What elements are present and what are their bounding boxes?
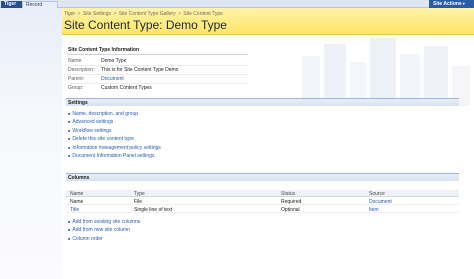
divider bbox=[68, 83, 248, 84]
link-delete-content-type[interactable]: ■ Delete this site content type bbox=[68, 136, 134, 142]
bullet-icon: ■ bbox=[68, 136, 71, 141]
info-label: Parent: bbox=[68, 76, 85, 82]
breadcrumb-separator: > bbox=[113, 11, 117, 17]
breadcrumb-item-gallery[interactable]: Site Content Type Gallery bbox=[119, 11, 176, 17]
link-label: Name, description, and group bbox=[72, 111, 139, 117]
site-tab-tiger[interactable]: Tiger bbox=[1, 1, 22, 8]
breadcrumb: Tiger > Site Settings > Site Content Typ… bbox=[64, 11, 223, 17]
info-section-header: Site Content Type Information bbox=[68, 47, 140, 53]
table-row: Name File Required Document bbox=[66, 197, 459, 205]
breadcrumb-separator: > bbox=[77, 11, 81, 17]
link-label: Column order bbox=[72, 236, 103, 242]
info-value: Demo Type bbox=[101, 58, 127, 64]
divider bbox=[68, 54, 248, 55]
info-label: Description: bbox=[68, 67, 95, 73]
link-label: Add from new site column bbox=[72, 227, 130, 233]
link-name-description-group[interactable]: ■ Name, description, and group bbox=[68, 111, 138, 117]
settings-section-header: Settings bbox=[66, 98, 459, 106]
breadcrumb-item-site-settings[interactable]: Site Settings bbox=[83, 11, 111, 17]
chevron-down-icon: ▾ bbox=[462, 1, 465, 6]
columns-section-header: Columns bbox=[66, 173, 459, 181]
breadcrumb-item-tiger[interactable]: Tiger bbox=[64, 11, 75, 17]
link-information-policy[interactable]: ■ Information management policy settings bbox=[68, 145, 161, 151]
columns-heading: Columns bbox=[68, 175, 90, 181]
column-source-link[interactable]: Item bbox=[369, 207, 379, 213]
info-label: Name: bbox=[68, 58, 83, 64]
link-advanced-settings[interactable]: ■ Advanced settings bbox=[68, 119, 113, 125]
site-tab-record-center[interactable]: Record Center bbox=[22, 1, 58, 15]
link-label: Workflow settings bbox=[72, 128, 112, 134]
table-row: Title Single line of text Optional Item bbox=[66, 205, 459, 213]
bullet-icon: ■ bbox=[68, 111, 71, 116]
link-label: Delete this site content type bbox=[72, 136, 134, 142]
parent-link[interactable]: Document bbox=[101, 76, 124, 82]
link-label: Document Information Panel settings bbox=[72, 153, 155, 159]
columns-table-header: Name Type Status Source bbox=[66, 190, 459, 197]
link-add-existing-column[interactable]: ■ Add from existing site columns bbox=[68, 219, 140, 225]
title-area: Tiger > Site Settings > Site Content Typ… bbox=[62, 8, 474, 35]
link-label: Add from existing site columns bbox=[72, 219, 141, 225]
bullet-icon: ■ bbox=[68, 128, 71, 133]
settings-heading: Settings bbox=[68, 100, 88, 106]
divider bbox=[68, 74, 248, 75]
info-value: Custom Content Types bbox=[101, 85, 152, 91]
main-content: Tiger > Site Settings > Site Content Typ… bbox=[62, 8, 474, 279]
column-status-cell: Optional bbox=[281, 207, 300, 213]
global-navigation-bar: Tiger Record Center Site Actions▾ bbox=[0, 0, 474, 15]
divider bbox=[68, 65, 248, 66]
site-actions-label: Site Actions bbox=[433, 1, 462, 7]
column-type-cell: Single line of text bbox=[134, 207, 173, 213]
link-column-order[interactable]: ■ Column order bbox=[68, 236, 103, 242]
link-workflow-settings[interactable]: ■ Workflow settings bbox=[68, 128, 112, 134]
bullet-icon: ■ bbox=[68, 153, 71, 158]
bullet-icon: ■ bbox=[68, 227, 71, 232]
breadcrumb-separator: > bbox=[177, 11, 181, 17]
link-label: Information management policy settings bbox=[72, 145, 161, 151]
link-document-information-panel[interactable]: ■ Document Information Panel settings bbox=[68, 153, 154, 159]
skyline-watermark bbox=[302, 38, 470, 106]
link-label: Advanced settings bbox=[72, 119, 114, 125]
column-name-link[interactable]: Title bbox=[70, 207, 79, 213]
info-label: Group: bbox=[68, 85, 84, 91]
link-add-new-column[interactable]: ■ Add from new site column bbox=[68, 227, 130, 233]
left-navigation-area bbox=[0, 8, 62, 279]
breadcrumb-item-current: Site Content Type bbox=[183, 11, 223, 17]
page-title: Site Content Type: Demo Type bbox=[64, 18, 227, 32]
bullet-icon: ■ bbox=[68, 119, 71, 124]
site-actions-menu[interactable]: Site Actions▾ bbox=[429, 0, 474, 8]
info-value: This is for Site Content Type Demo bbox=[101, 67, 179, 73]
bullet-icon: ■ bbox=[68, 145, 71, 150]
bullet-icon: ■ bbox=[68, 236, 71, 241]
bullet-icon: ■ bbox=[68, 219, 71, 224]
